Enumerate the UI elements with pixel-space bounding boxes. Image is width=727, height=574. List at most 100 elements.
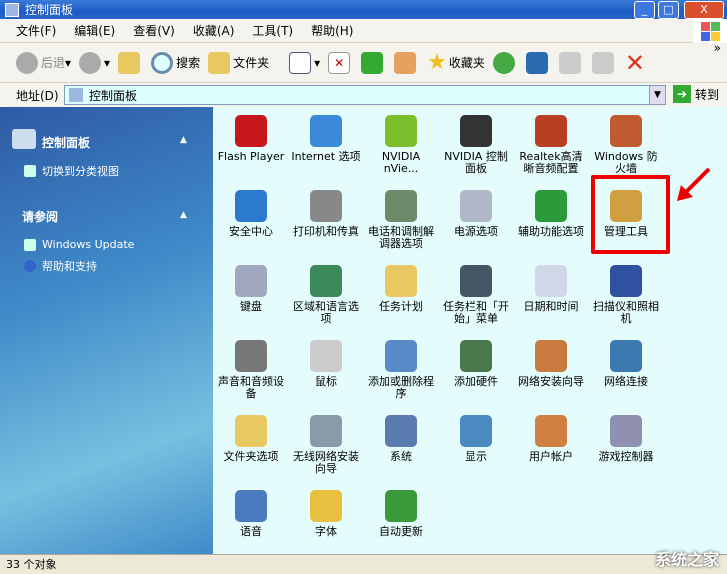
collapse-chevron-icon[interactable]: ▲	[180, 135, 187, 145]
menu-help[interactable]: 帮助(H)	[311, 22, 353, 39]
item-icon	[535, 190, 567, 222]
copy-to-icon	[591, 51, 614, 74]
control-panel-item[interactable]: 添加硬件	[439, 340, 513, 388]
move-to-button[interactable]	[558, 51, 584, 74]
item-label: 任务计划	[379, 300, 423, 313]
control-panel-item[interactable]: Internet 选项	[289, 115, 363, 163]
control-panel-item[interactable]: 辅助功能选项	[514, 190, 588, 238]
delete-button[interactable]: ✕	[328, 51, 353, 74]
address-input[interactable]: 控制面板 ▼	[64, 85, 666, 105]
control-panel-item[interactable]: Realtek高清晰音频配置	[514, 115, 588, 175]
item-icon	[385, 490, 417, 522]
item-icon	[235, 490, 267, 522]
windows-update-link[interactable]: Windows Update	[24, 238, 134, 251]
close-button[interactable]: X	[684, 1, 724, 19]
item-icon	[385, 265, 417, 297]
search-icon	[151, 51, 174, 74]
control-panel-item[interactable]: 打印机和传真	[289, 190, 363, 238]
item-label: 扫描仪和照相机	[593, 300, 659, 325]
control-panel-item[interactable]: 游戏控制器	[589, 415, 663, 463]
control-panel-item[interactable]: 自动更新	[364, 490, 438, 538]
item-icon	[310, 190, 342, 222]
address-dropdown-button[interactable]: ▼	[649, 86, 665, 104]
item-label: 电话和调制解调器选项	[368, 225, 434, 250]
item-label: 网络连接	[604, 375, 648, 388]
menu-view[interactable]: 查看(V)	[133, 22, 175, 39]
status-bar: 33 个对象	[0, 554, 727, 574]
control-panel-item[interactable]: NVIDIA 控制面板	[439, 115, 513, 175]
item-label: NVIDIA nVie...	[381, 150, 421, 175]
control-panel-item[interactable]: Flash Player	[214, 115, 288, 163]
item-icon	[460, 340, 492, 372]
refresh-button[interactable]	[361, 51, 386, 74]
home-button[interactable]	[394, 51, 419, 74]
history-button[interactable]	[492, 51, 518, 74]
control-panel-item[interactable]: 添加或删除程序	[364, 340, 438, 400]
control-panel-icon	[12, 129, 36, 149]
highlight-box	[591, 175, 670, 254]
maximize-button[interactable]: □	[658, 1, 679, 19]
sidebar-panel-title: 控制面板	[42, 136, 91, 150]
control-panel-item[interactable]: 安全中心	[214, 190, 288, 238]
control-panel-item[interactable]: 任务计划	[364, 265, 438, 313]
item-label: 游戏控制器	[598, 450, 654, 463]
views-button[interactable]: ▾	[289, 51, 320, 74]
control-panel-item[interactable]: NVIDIA nVie...	[364, 115, 438, 175]
address-label: 地址(D)	[16, 88, 59, 103]
new-window-button[interactable]	[525, 51, 551, 74]
minimize-button[interactable]: _	[634, 1, 655, 19]
status-text: 33 个对象	[6, 558, 57, 571]
move-to-icon	[558, 51, 581, 74]
back-label: 后退	[41, 56, 66, 70]
item-label: 声音和音频设备	[218, 375, 284, 400]
control-panel-item[interactable]: 字体	[289, 490, 363, 538]
copy-to-button[interactable]	[591, 51, 617, 74]
control-panel-item[interactable]: 区域和语言选项	[289, 265, 363, 325]
control-panel-item[interactable]: 键盘	[214, 265, 288, 313]
title-bar: 控制面板 _ □ X	[0, 0, 727, 19]
item-icon	[235, 340, 267, 372]
switch-category-view-link[interactable]: 切换到分类视图	[24, 163, 119, 179]
back-button[interactable]: 后退 ▾	[16, 51, 71, 74]
windows-update-label: Windows Update	[42, 238, 135, 251]
help-support-link[interactable]: 帮助和支持	[24, 258, 97, 274]
search-button[interactable]: 搜索	[151, 51, 200, 74]
up-button[interactable]	[118, 51, 143, 74]
control-panel-item[interactable]: 网络安装向导	[514, 340, 588, 388]
item-icon	[610, 265, 642, 297]
switch-view-icon	[24, 165, 36, 177]
toolbar-overflow-button[interactable]: »	[714, 41, 721, 55]
control-panel-item[interactable]: 任务栏和「开始」菜单	[439, 265, 513, 325]
windows-update-icon	[24, 238, 36, 251]
menu-edit[interactable]: 编辑(E)	[74, 22, 115, 39]
control-panel-item[interactable]: Windows 防火墙	[589, 115, 663, 175]
control-panel-item[interactable]: 电源选项	[439, 190, 513, 238]
menu-tools[interactable]: 工具(T)	[252, 22, 293, 39]
x-icon: ✕	[624, 48, 645, 77]
control-panel-item[interactable]: 显示	[439, 415, 513, 463]
item-icon	[385, 115, 417, 147]
forward-button[interactable]: ▾	[79, 51, 110, 74]
control-panel-item[interactable]: 语音	[214, 490, 288, 538]
control-panel-item[interactable]: 无线网络安装向导	[289, 415, 363, 475]
control-panel-item[interactable]: 系统	[364, 415, 438, 463]
control-panel-item[interactable]: 鼠标	[289, 340, 363, 388]
control-panel-item[interactable]: 扫描仪和照相机	[589, 265, 663, 325]
star-icon: ★	[427, 50, 447, 75]
control-panel-item[interactable]: 声音和音频设备	[214, 340, 288, 400]
go-button[interactable]: ➔ 转到	[673, 85, 719, 103]
favorites-button[interactable]: ★ 收藏夹	[427, 50, 485, 75]
control-panel-item[interactable]: 电话和调制解调器选项	[364, 190, 438, 250]
folders-button[interactable]: 文件夹	[208, 51, 269, 74]
control-panel-item[interactable]: 文件夹选项	[214, 415, 288, 463]
collapse-chevron-icon[interactable]: ▲	[180, 210, 187, 220]
address-value: 控制面板	[89, 88, 138, 103]
menu-favorites[interactable]: 收藏(A)	[193, 22, 235, 39]
menu-file[interactable]: 文件(F)	[16, 22, 56, 39]
item-label: 添加硬件	[454, 375, 498, 388]
stop-button[interactable]: ✕	[625, 49, 645, 77]
switch-view-label: 切换到分类视图	[42, 165, 119, 178]
control-panel-item[interactable]: 用户帐户	[514, 415, 588, 463]
control-panel-item[interactable]: 网络连接	[589, 340, 663, 388]
control-panel-item[interactable]: 日期和时间	[514, 265, 588, 313]
